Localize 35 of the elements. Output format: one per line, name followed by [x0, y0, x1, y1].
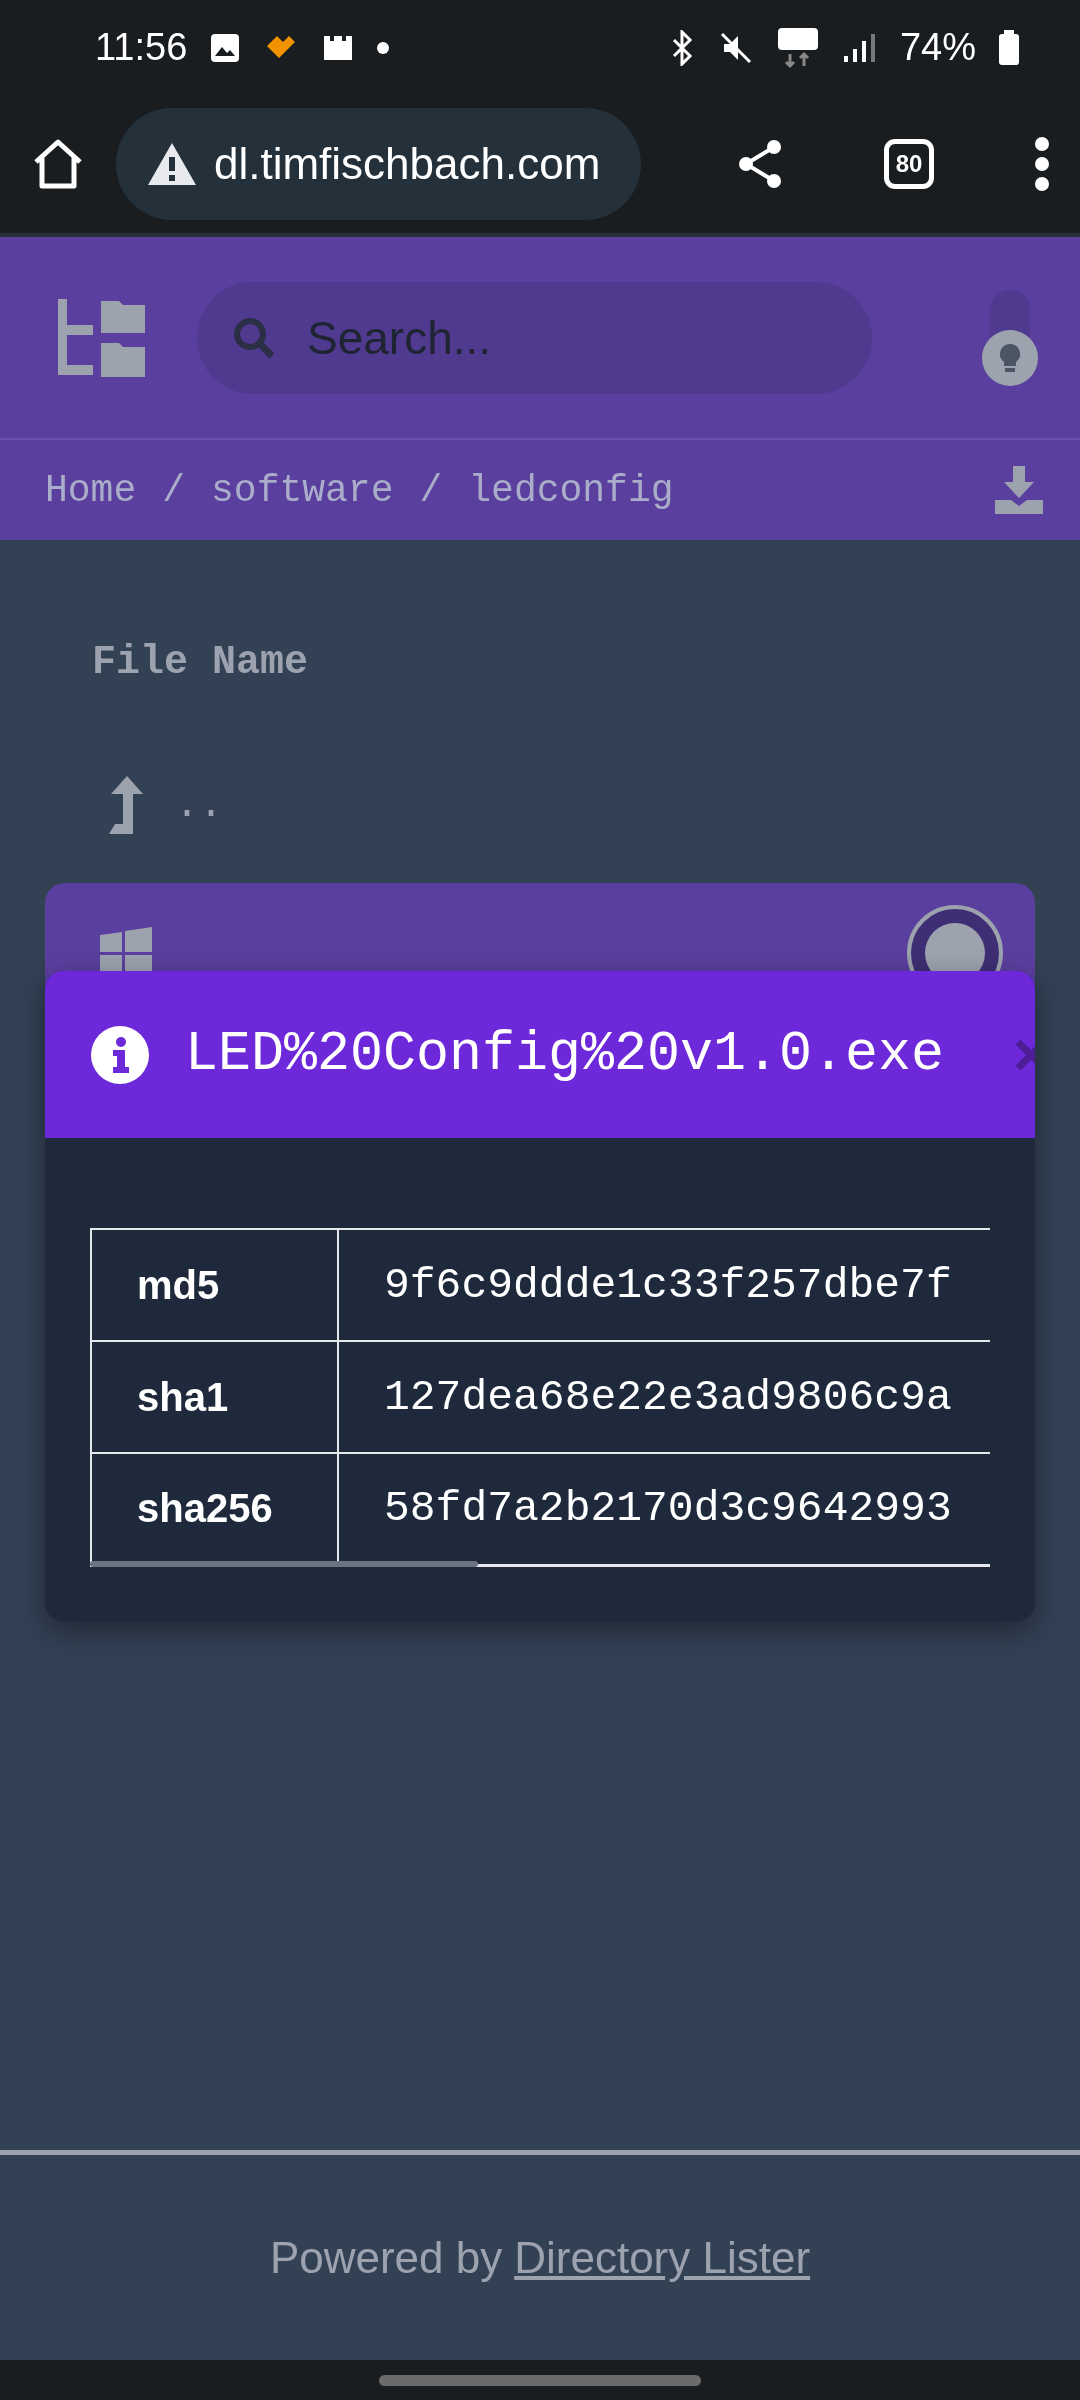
scrollbar[interactable]: [90, 1560, 478, 1567]
hash-value-cell: 9f6c9ddde1c33f257dbe7f: [338, 1229, 990, 1341]
hash-name-cell: sha1: [91, 1341, 338, 1453]
gesture-handle[interactable]: [379, 2374, 701, 2386]
warning-icon: [146, 141, 198, 187]
folder-tree-icon[interactable]: [55, 296, 147, 379]
dot-icon: [377, 41, 390, 54]
search-icon: [232, 315, 276, 360]
column-header[interactable]: File Name: [45, 580, 1035, 685]
info-icon: [90, 1024, 150, 1085]
breadcrumb-link[interactable]: software: [211, 468, 394, 512]
footer-text: Powered by: [269, 2232, 503, 2283]
parent-directory-link[interactable]: ..: [45, 765, 1035, 845]
more-icon[interactable]: [1034, 136, 1050, 192]
search-field[interactable]: Search...: [197, 281, 872, 394]
download-icon[interactable]: [993, 464, 1045, 516]
breadcrumb-separator: /: [162, 468, 186, 512]
theme-toggle[interactable]: [980, 287, 1040, 388]
image-icon: [209, 31, 242, 64]
footer-link[interactable]: Directory Lister: [514, 2232, 811, 2283]
hash-name-cell: md5: [91, 1229, 338, 1341]
url-text: dl.timfischbach.com: [214, 139, 601, 189]
network-icon: [775, 25, 820, 70]
breadcrumb-link[interactable]: Home: [45, 468, 137, 512]
battery-percent: 74%: [899, 26, 976, 69]
dialog-title: LED%20Config%20v1.0.exe: [185, 1023, 945, 1086]
tab-count-button[interactable]: 80: [884, 139, 934, 189]
breadcrumb-link[interactable]: ledconfig: [468, 468, 674, 512]
signal-icon: [841, 31, 878, 64]
hash-value-cell: 127dea68e22e3ad9806c9a: [338, 1341, 990, 1453]
status-time: 11:56: [95, 26, 188, 69]
breadcrumb-separator: /: [419, 468, 443, 512]
battery-icon: [998, 29, 1020, 66]
address-bar[interactable]: dl.timfischbach.com: [116, 108, 641, 220]
share-icon[interactable]: [736, 139, 784, 189]
